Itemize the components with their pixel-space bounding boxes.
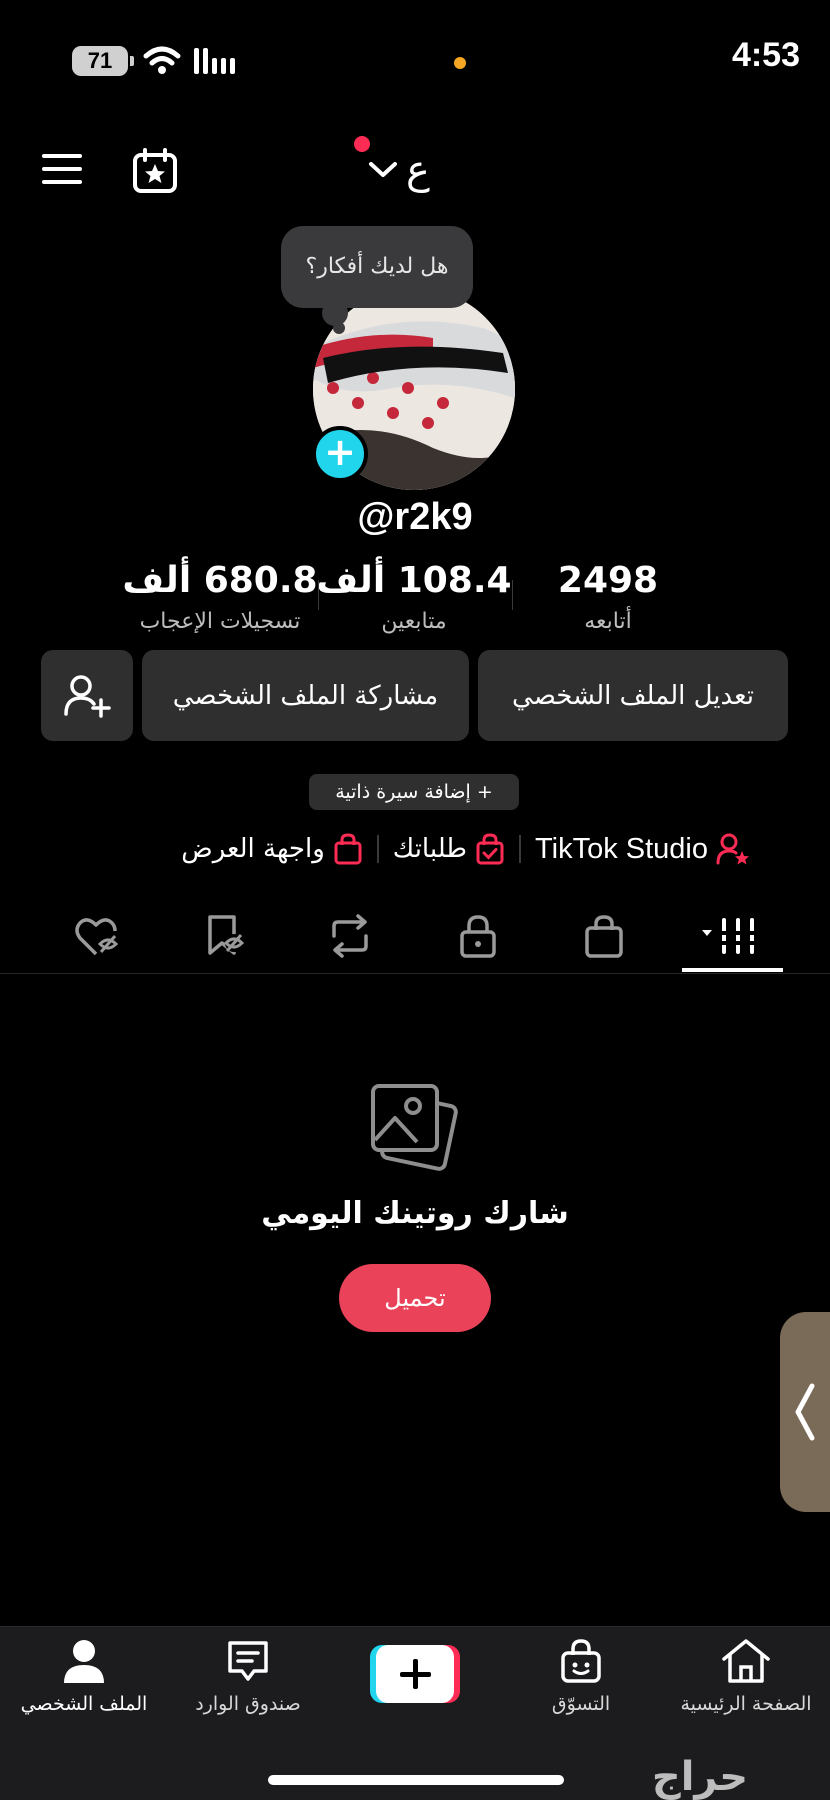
nav-profile[interactable]: الملف الشخصي xyxy=(4,1637,164,1727)
nav-home-label: الصفحة الرئيسية xyxy=(680,1693,812,1715)
following-label: أتابعه xyxy=(584,609,632,634)
showcase-label: واجهة العرض xyxy=(181,834,325,864)
create-button[interactable] xyxy=(370,1645,460,1703)
followers-count: 108.4 ألف xyxy=(316,560,512,601)
likes-count: 680.8 ألف xyxy=(122,560,318,601)
nav-shop-label: التسوّق xyxy=(551,1693,611,1715)
lock-icon xyxy=(458,914,498,958)
tabs-divider xyxy=(0,973,830,974)
share-profile-button[interactable]: مشاركة الملف الشخصي xyxy=(142,650,469,741)
tab-private[interactable] xyxy=(428,900,528,972)
followers-label: متابعين xyxy=(381,609,447,634)
person-star-icon xyxy=(716,833,750,865)
add-friend-icon xyxy=(63,674,111,718)
tab-favorites[interactable] xyxy=(174,900,274,972)
nav-home[interactable]: الصفحة الرئيسية xyxy=(666,1637,826,1727)
showcase-link[interactable]: واجهة العرض xyxy=(181,833,363,865)
photo-stack-icon xyxy=(365,1080,465,1180)
studio-label: TikTok Studio xyxy=(535,832,708,865)
edit-profile-button[interactable]: تعديل الملف الشخصي xyxy=(478,650,788,741)
followers-stat[interactable]: 108.4 ألف متابعين xyxy=(304,560,524,634)
menu-icon[interactable] xyxy=(40,150,86,188)
account-switcher[interactable]: ع xyxy=(368,145,468,195)
bag-icon xyxy=(333,833,363,865)
chevron-down-icon xyxy=(368,160,398,180)
tab-shop[interactable] xyxy=(554,900,654,972)
account-label: ع xyxy=(406,147,430,193)
wifi-icon xyxy=(142,44,182,76)
studio-link[interactable]: TikTok Studio xyxy=(535,833,750,866)
heart-hidden-icon xyxy=(74,914,122,958)
upload-button[interactable]: تحميل xyxy=(339,1264,491,1332)
nav-shop[interactable]: التسوّق xyxy=(501,1637,661,1727)
add-friend-button[interactable] xyxy=(41,650,133,741)
bookmark-hidden-icon xyxy=(202,913,246,959)
nav-inbox[interactable]: صندوق الوارد xyxy=(168,1637,328,1727)
following-count: 2498 xyxy=(557,560,659,601)
add-bio-button[interactable]: + إضافة سيرة ذاتية xyxy=(309,774,519,810)
bag-icon xyxy=(583,914,625,958)
likes-label: تسجيلات الإعجاب xyxy=(139,609,301,634)
haraj-watermark: حراج xyxy=(651,1754,749,1800)
link-separator xyxy=(519,835,521,863)
inbox-icon xyxy=(224,1637,272,1685)
bag-check-icon xyxy=(475,833,505,865)
grid-icon xyxy=(700,916,764,956)
orders-link[interactable]: طلباتك xyxy=(393,833,505,865)
privacy-indicator-dot xyxy=(454,57,466,69)
profile-links: واجهة العرض طلباتك TikTok Studio xyxy=(150,826,750,872)
battery-indicator: 71 xyxy=(72,46,134,76)
active-tab-indicator xyxy=(682,968,783,972)
signal-icon xyxy=(192,46,236,76)
profile-icon xyxy=(60,1637,108,1685)
bottom-nav: الصفحة الرئيسية التسوّق صندوق الوارد الم… xyxy=(0,1626,830,1800)
tab-videos[interactable] xyxy=(682,900,782,972)
tab-reposts[interactable] xyxy=(300,900,400,972)
orders-label: طلباتك xyxy=(392,834,467,864)
shop-bag-icon xyxy=(557,1637,605,1685)
side-panel-handle[interactable] xyxy=(780,1312,830,1512)
tab-liked[interactable] xyxy=(48,900,148,972)
content-tabs xyxy=(40,900,800,972)
plus-icon: + xyxy=(324,430,356,474)
nav-inbox-label: صندوق الوارد xyxy=(195,1693,301,1715)
ideas-bubble[interactable]: هل لديك أفكار؟ xyxy=(281,226,473,308)
nav-profile-label: الملف الشخصي xyxy=(20,1693,148,1715)
empty-state-title: شارك روتينك اليومي xyxy=(261,1196,569,1231)
home-indicator xyxy=(268,1775,564,1785)
status-time: 4:53 xyxy=(731,36,800,74)
bubble-tail-small xyxy=(333,322,345,334)
username: @r2k9 xyxy=(357,496,473,538)
likes-stat[interactable]: 680.8 ألف تسجيلات الإعجاب xyxy=(110,560,330,634)
calendar-star-icon[interactable] xyxy=(130,146,180,196)
home-icon xyxy=(720,1637,772,1685)
following-stat[interactable]: 2498 أتابعه xyxy=(498,560,718,634)
add-story-button[interactable]: + xyxy=(312,426,368,482)
repost-icon xyxy=(326,914,374,958)
chevron-left-icon xyxy=(794,1382,816,1442)
link-separator xyxy=(376,835,379,863)
